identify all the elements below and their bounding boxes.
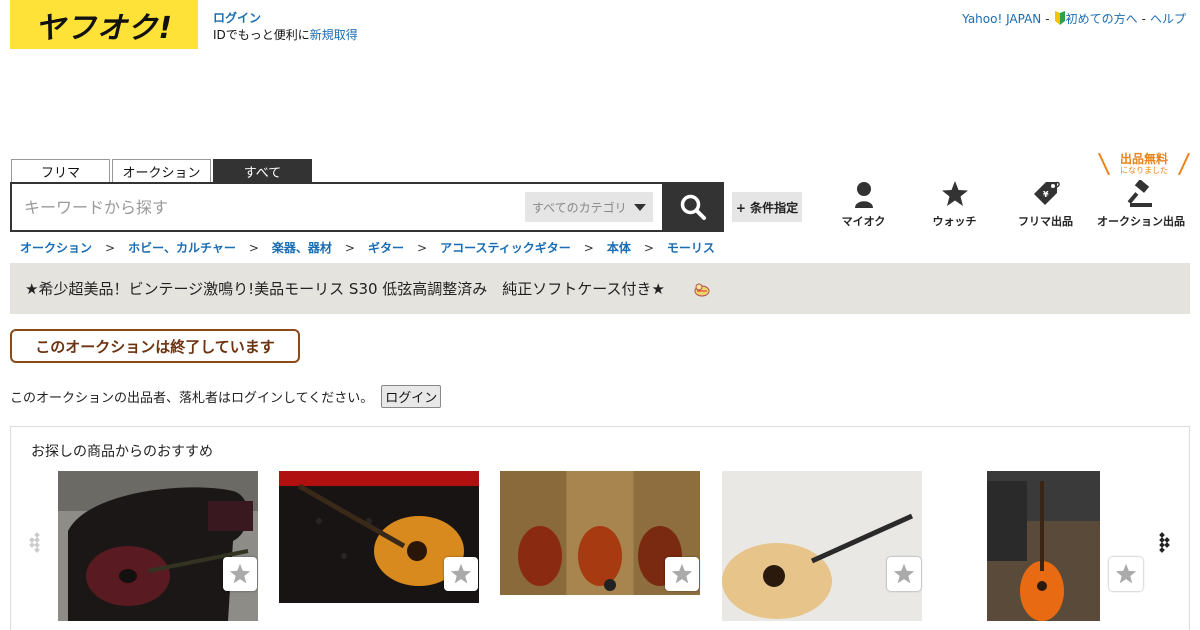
- tab-all[interactable]: すべて: [213, 159, 312, 183]
- search-box: すべてのカテゴリ: [10, 182, 724, 232]
- register-link[interactable]: 新規取得: [310, 28, 358, 42]
- star-icon: [941, 181, 968, 206]
- breadcrumb-separator: >: [105, 240, 116, 255]
- watch-star-button[interactable]: [887, 557, 921, 591]
- watch-nav[interactable]: ウォッチ: [909, 180, 1000, 229]
- login-button[interactable]: ログイン: [381, 385, 442, 408]
- carousel-prev-icon[interactable]: [25, 527, 45, 557]
- free-badge-subtext: になりました: [1120, 166, 1168, 175]
- search-button[interactable]: [662, 182, 724, 232]
- guitar-in-case-image: [58, 471, 258, 621]
- yahoo-auction-logo[interactable]: ヤフオク!: [10, 0, 198, 49]
- beginner-link[interactable]: 初めての方へ: [1054, 10, 1138, 27]
- breadcrumb-item[interactable]: モーリス: [667, 239, 715, 256]
- nav-label-flea-sell: フリマ出品: [1018, 215, 1073, 228]
- yahoo-japan-link[interactable]: Yahoo! JAPAN: [962, 12, 1041, 26]
- gavel-icon: [1127, 180, 1152, 207]
- breadcrumb: オークション > ホビー、カルチャー > 楽器、器材 > ギター > アコーステ…: [20, 239, 715, 256]
- category-select-label: すべてのカテゴリ: [532, 200, 627, 215]
- natural-guitar-image: [722, 471, 922, 621]
- nav-label-auction-sell: オークション出品: [1097, 215, 1185, 228]
- seller-badge-icon: [694, 283, 710, 296]
- watch-star-button[interactable]: [665, 557, 699, 591]
- search-input[interactable]: [24, 194, 514, 220]
- breadcrumb-item[interactable]: 本体: [607, 239, 631, 256]
- star-icon: [893, 563, 915, 584]
- auction-sell-nav[interactable]: オークション出品: [1091, 180, 1191, 229]
- item-title: ★希少超美品！ビンテージ激鳴り!美品モーリス S30 低弦高調整済み 純正ソフト…: [25, 280, 666, 298]
- breadcrumb-separator: >: [643, 240, 654, 255]
- watch-star-button[interactable]: [223, 557, 257, 591]
- item-title-bar: ★希少超美品！ビンテージ激鳴り!美品モーリス S30 低弦高調整済み 純正ソフト…: [10, 263, 1190, 314]
- nav-icons: マイオク ウォッチ ¥ フリマ出品 オークション出品: [818, 180, 1191, 229]
- tab-auction[interactable]: オークション: [112, 159, 211, 183]
- star-icon: [671, 563, 693, 584]
- breadcrumb-item[interactable]: ギター: [368, 239, 404, 256]
- carousel-next-icon[interactable]: [1154, 527, 1174, 557]
- svg-text:¥: ¥: [1043, 190, 1049, 199]
- category-select[interactable]: すべてのカテゴリ: [525, 192, 653, 222]
- breadcrumb-item[interactable]: オークション: [20, 239, 92, 256]
- orange-guitar-image: [987, 471, 1100, 621]
- search-tabs: フリマ オークション すべて: [11, 159, 312, 183]
- logo-text: ヤフオク!: [34, 10, 174, 46]
- watch-star-button[interactable]: [1109, 557, 1143, 591]
- breadcrumb-separator: >: [583, 240, 594, 255]
- breadcrumb-separator: >: [344, 240, 355, 255]
- login-prompt: IDでもっと便利に: [213, 28, 310, 42]
- top-links: Yahoo! JAPAN - 初めての方へ - ヘルプ: [962, 10, 1186, 27]
- help-link[interactable]: ヘルプ: [1150, 10, 1186, 27]
- beginner-label: 初めての方へ: [1065, 12, 1138, 26]
- tab-flea-market[interactable]: フリマ: [11, 159, 110, 183]
- breadcrumb-separator: >: [248, 240, 259, 255]
- beginner-mark-icon: [1054, 11, 1065, 25]
- breadcrumb-item[interactable]: アコースティックギター: [440, 239, 571, 256]
- nav-label-my-auction: マイオク: [841, 215, 886, 228]
- watch-star-button[interactable]: [444, 557, 478, 591]
- dropdown-arrow-icon: [633, 203, 646, 211]
- condition-filter-button[interactable]: + 条件指定: [732, 192, 802, 222]
- auction-ended-notice: このオークションは終了しています: [10, 329, 300, 363]
- link-separator: -: [1045, 11, 1050, 26]
- recommendations-panel: お探しの商品からのおすすめ: [10, 426, 1190, 630]
- star-icon: [450, 563, 472, 584]
- link-separator: -: [1141, 11, 1146, 26]
- login-note: このオークションの出品者、落札者はログインしてください。 ログイン: [10, 385, 442, 408]
- nav-label-watch: ウォッチ: [932, 215, 977, 228]
- free-listing-badge: 出品無料 になりました: [1098, 152, 1190, 176]
- login-note-text: このオークションの出品者、落札者はログインしてください。: [10, 391, 374, 406]
- login-block: ログイン IDでもっと便利に新規取得: [213, 10, 358, 44]
- search-icon: [680, 194, 706, 220]
- breadcrumb-item[interactable]: ホビー、カルチャー: [128, 239, 236, 256]
- breadcrumb-separator: >: [417, 240, 428, 255]
- my-auction-nav[interactable]: マイオク: [818, 180, 909, 229]
- flea-market-sell-nav[interactable]: ¥ フリマ出品: [1000, 180, 1091, 229]
- star-icon: [229, 563, 251, 584]
- breadcrumb-item[interactable]: 楽器、器材: [272, 239, 332, 256]
- star-icon: [1115, 563, 1137, 584]
- free-badge-text: 出品無料: [1119, 152, 1168, 166]
- person-icon: [854, 182, 873, 208]
- login-link[interactable]: ログイン: [213, 10, 358, 27]
- recommendations-heading: お探しの商品からのおすすめ: [31, 444, 213, 460]
- price-tag-icon: ¥: [1033, 181, 1060, 205]
